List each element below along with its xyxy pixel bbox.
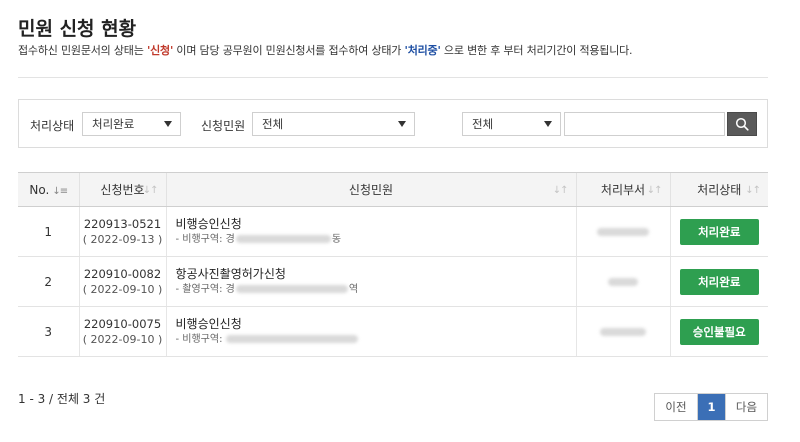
request-filter-label: 신청민원 <box>201 119 246 133</box>
column-header-number-label: 신청번호 <box>100 183 145 197</box>
sort-icon: ↓↑ <box>745 185 761 196</box>
row-no: 3 <box>18 306 79 357</box>
status-badge[interactable]: 승인불필요 <box>679 318 759 345</box>
row-date: ( 2022-09-10 ) <box>82 282 163 296</box>
row-area-tail: 역 <box>348 284 359 295</box>
notice-post: 으로 변한 후 부터 처리기간이 적용됩니다. <box>440 44 633 57</box>
scope-filter-select[interactable]: 전체 <box>462 112 561 136</box>
notice-state-processing: '처리중' <box>404 44 441 57</box>
notice-state-applied: '신청' <box>146 44 174 57</box>
redacted-dept <box>600 328 646 336</box>
notice-text: 접수하신 민원문서의 상태는 '신청' 이며 담당 공무원이 민원신청서를 접수… <box>18 42 633 58</box>
row-dept-cell <box>575 206 670 257</box>
next-page-button[interactable]: 다음 <box>725 394 767 420</box>
row-area-tail: 동 <box>331 234 342 245</box>
status-filter-value: 처리완료 <box>92 117 135 131</box>
chevron-down-icon <box>544 121 552 127</box>
sort-desc-icon: ↓≡ <box>52 185 68 197</box>
chevron-down-icon <box>164 121 172 127</box>
row-request-area: - 비행구역: 경 동 <box>176 232 576 247</box>
row-request-title[interactable]: 비행승인신청 <box>176 216 576 232</box>
column-header-dept-label: 처리부서 <box>600 183 646 197</box>
divider <box>18 77 768 78</box>
search-input[interactable] <box>564 112 725 136</box>
row-request-cell: 비행승인신청 - 비행구역: <box>165 306 576 357</box>
column-header-dept[interactable]: 처리부서 ↓↑ <box>575 172 670 207</box>
row-request-title[interactable]: 비행승인신청 <box>176 316 576 332</box>
row-number-cell: 220913-0521 ( 2022-09-13 ) <box>78 206 166 257</box>
row-number-cell: 220910-0082 ( 2022-09-10 ) <box>78 256 166 307</box>
request-filter-select[interactable]: 전체 <box>252 112 415 136</box>
column-header-request[interactable]: 신청민원 ↓↑ <box>165 172 576 207</box>
row-state-cell: 승인불필요 <box>669 306 768 357</box>
table-row[interactable]: 3 220910-0075 ( 2022-09-10 ) 비행승인신청 - 비행… <box>18 306 768 357</box>
redacted-text <box>235 285 348 293</box>
column-header-no[interactable]: No. ↓≡ <box>18 172 79 207</box>
row-area-label: - 촬영구역: 경 <box>175 284 235 295</box>
row-number: 220910-0075 <box>83 316 162 331</box>
column-header-no-label: No. <box>29 182 50 197</box>
table-row[interactable]: 2 220910-0082 ( 2022-09-10 ) 항공사진촬영허가신청 … <box>18 256 768 307</box>
request-filter-value: 전체 <box>262 117 284 131</box>
row-date: ( 2022-09-10 ) <box>82 332 163 346</box>
row-dept-cell <box>575 306 670 357</box>
row-request-cell: 비행승인신청 - 비행구역: 경 동 <box>165 206 576 257</box>
scope-filter-value: 전체 <box>472 117 494 131</box>
redacted-text <box>226 335 359 343</box>
redacted-text <box>235 235 331 243</box>
row-number-cell: 220910-0075 ( 2022-09-10 ) <box>78 306 166 357</box>
row-request-title[interactable]: 항공사진촬영허가신청 <box>176 266 576 282</box>
request-table: No. ↓≡ 신청번호 ↓↑ 신청민원 ↓↑ 처리부서 ↓↑ 처리상태 ↓↑ 1 2209… <box>18 172 768 357</box>
status-filter-select[interactable]: 처리완료 <box>82 112 181 136</box>
sort-icon: ↓↑ <box>142 185 159 196</box>
pagination: 이전 1 다음 <box>654 393 768 421</box>
row-request-area: - 촬영구역: 경 역 <box>176 282 576 297</box>
notice-pre: 접수하신 민원문서의 상태는 <box>18 44 147 57</box>
row-no: 1 <box>18 206 79 257</box>
search-button[interactable] <box>727 112 757 136</box>
row-request-area: - 비행구역: <box>176 332 576 347</box>
row-number: 220910-0082 <box>83 266 162 281</box>
row-area-label: - 비행구역: <box>175 334 223 345</box>
status-filter-label: 처리상태 <box>30 119 75 133</box>
redacted-dept <box>608 278 638 286</box>
row-number: 220913-0521 <box>83 216 162 231</box>
search-icon <box>735 117 749 131</box>
row-no: 2 <box>18 256 79 307</box>
table-row[interactable]: 1 220913-0521 ( 2022-09-13 ) 비행승인신청 - 비행… <box>18 206 768 257</box>
page-title: 민원 신청 현황 <box>18 18 137 40</box>
row-state-cell: 처리완료 <box>669 256 768 307</box>
page-button-current[interactable]: 1 <box>698 394 725 420</box>
notice-mid: 이며 담당 공무원이 민원신청서를 접수하여 상태가 <box>173 44 405 57</box>
filter-panel: 처리상태 처리완료 신청민원 전체 전체 <box>18 99 768 148</box>
sort-icon: ↓↑ <box>646 185 663 196</box>
row-state-cell: 처리완료 <box>669 206 768 257</box>
prev-page-button[interactable]: 이전 <box>655 394 698 420</box>
result-count: 1 - 3 / 전체 3 건 <box>18 392 106 406</box>
row-date: ( 2022-09-13 ) <box>82 232 163 246</box>
column-header-request-label: 신청민원 <box>348 183 394 197</box>
row-area-label: - 비행구역: 경 <box>175 234 235 245</box>
column-header-state-label: 처리상태 <box>697 183 742 197</box>
row-dept-cell <box>575 256 670 307</box>
sort-icon: ↓↑ <box>552 185 569 196</box>
status-badge[interactable]: 처리완료 <box>679 268 759 295</box>
column-header-number[interactable]: 신청번호 ↓↑ <box>78 172 166 207</box>
redacted-dept <box>597 228 649 236</box>
row-request-cell: 항공사진촬영허가신청 - 촬영구역: 경 역 <box>165 256 576 307</box>
table-header-row: No. ↓≡ 신청번호 ↓↑ 신청민원 ↓↑ 처리부서 ↓↑ 처리상태 ↓↑ <box>18 172 768 207</box>
status-badge[interactable]: 처리완료 <box>679 218 759 245</box>
column-header-state[interactable]: 처리상태 ↓↑ <box>669 172 768 207</box>
chevron-down-icon <box>398 121 406 127</box>
